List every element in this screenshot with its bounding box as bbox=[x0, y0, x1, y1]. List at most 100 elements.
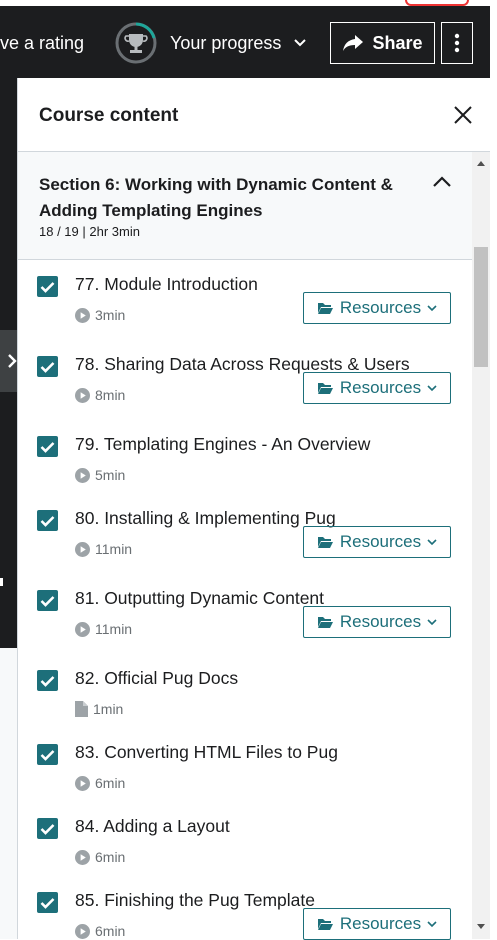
duration-text: 1min bbox=[93, 701, 124, 717]
completed-checkbox[interactable] bbox=[37, 510, 58, 531]
browser-strip bbox=[0, 0, 497, 6]
folder-open-icon bbox=[317, 383, 333, 394]
chevron-down-icon bbox=[427, 619, 437, 626]
lecture-title: 83. Converting HTML Files to Pug bbox=[75, 742, 338, 762]
lecture-duration: 6min bbox=[75, 849, 125, 865]
trophy-progress-icon bbox=[115, 22, 157, 64]
resources-label: Resources bbox=[339, 378, 422, 397]
resources-label: Resources bbox=[339, 612, 422, 631]
lecture-title: 84. Adding a Layout bbox=[75, 816, 230, 836]
duration-text: 3min bbox=[95, 307, 126, 323]
lecture-duration: 8min bbox=[75, 387, 125, 403]
duration-text: 6min bbox=[95, 775, 126, 791]
chevron-down-icon bbox=[427, 921, 437, 928]
check-icon bbox=[40, 515, 55, 527]
completed-checkbox[interactable] bbox=[37, 356, 58, 377]
completed-checkbox[interactable] bbox=[37, 892, 58, 913]
lecture-duration: 11min bbox=[75, 541, 132, 557]
play-circle-icon bbox=[75, 467, 90, 483]
window-edge bbox=[490, 0, 497, 939]
check-icon bbox=[40, 823, 55, 835]
play-circle-icon bbox=[75, 307, 90, 323]
duration-text: 8min bbox=[95, 387, 126, 403]
play-circle-icon bbox=[75, 775, 90, 791]
chevron-down-icon bbox=[427, 539, 437, 546]
lecture-duration: 1min bbox=[75, 701, 123, 717]
lecture-title: 80. Installing & Implementing Pug bbox=[75, 508, 336, 528]
resources-button[interactable]: Resources bbox=[303, 292, 451, 324]
chevron-down-icon bbox=[427, 385, 437, 392]
completed-checkbox[interactable] bbox=[37, 590, 58, 611]
share-label: Share bbox=[372, 32, 423, 53]
scrollbar[interactable] bbox=[472, 152, 490, 939]
notification-pill bbox=[405, 0, 469, 6]
folder-open-icon bbox=[317, 617, 333, 628]
lecture-duration: 5min bbox=[75, 467, 125, 483]
resources-button[interactable]: Resources bbox=[303, 606, 451, 638]
play-circle-icon bbox=[75, 387, 90, 403]
check-icon bbox=[40, 595, 55, 607]
completed-checkbox[interactable] bbox=[37, 670, 58, 691]
duration-text: 11min bbox=[95, 541, 133, 557]
folder-open-icon bbox=[317, 303, 333, 314]
progress-dropdown[interactable]: Your progress bbox=[114, 21, 307, 65]
folder-open-icon bbox=[317, 919, 333, 930]
check-icon bbox=[40, 675, 55, 687]
check-icon bbox=[40, 897, 55, 909]
left-margin bbox=[0, 648, 17, 939]
panel-header: Course content bbox=[18, 78, 490, 152]
check-icon bbox=[40, 281, 55, 293]
lecture-duration: 6min bbox=[75, 923, 125, 939]
leave-rating-link[interactable]: ve a rating bbox=[0, 33, 84, 54]
lecture-duration: 3min bbox=[75, 307, 125, 323]
section-title: Section 6: Working with Dynamic Content … bbox=[39, 175, 393, 220]
duration-text: 6min bbox=[95, 849, 126, 865]
play-circle-icon bbox=[75, 849, 90, 865]
share-button[interactable]: Share bbox=[330, 22, 435, 64]
check-icon bbox=[40, 441, 55, 453]
lecture-title: 81. Outputting Dynamic Content bbox=[75, 588, 325, 608]
resources-label: Resources bbox=[339, 532, 422, 551]
file-icon bbox=[75, 701, 88, 717]
share-arrow-icon bbox=[343, 35, 364, 51]
course-header-bar: ve a rating Your progress Share bbox=[0, 0, 497, 78]
resources-button[interactable]: Resources bbox=[303, 526, 451, 558]
resources-button[interactable]: Resources bbox=[303, 908, 451, 940]
lecture-duration: 6min bbox=[75, 775, 125, 791]
completed-checkbox[interactable] bbox=[37, 818, 58, 839]
scroll-down-arrow-icon[interactable] bbox=[472, 922, 490, 932]
lecture-title: 79. Templating Engines - An Overview bbox=[75, 434, 371, 454]
more-options-button[interactable] bbox=[441, 22, 473, 64]
course-content-panel: Course content Section 6: Working with D… bbox=[17, 78, 490, 940]
play-circle-icon bbox=[75, 621, 90, 637]
resources-label: Resources bbox=[339, 914, 422, 933]
section-header[interactable]: Section 6: Working with Dynamic Content … bbox=[18, 152, 472, 260]
check-icon bbox=[40, 749, 55, 761]
chevron-right-icon bbox=[8, 354, 17, 368]
folder-open-icon bbox=[317, 537, 333, 548]
more-vertical-icon bbox=[454, 33, 460, 53]
duration-text: 5min bbox=[95, 467, 126, 483]
lecture-title: 77. Module Introduction bbox=[75, 274, 258, 294]
scroll-thumb[interactable] bbox=[474, 247, 488, 367]
check-icon bbox=[40, 361, 55, 373]
section-meta: 18 / 19 | 2hr 3min bbox=[39, 224, 140, 239]
completed-checkbox[interactable] bbox=[37, 744, 58, 765]
progress-label: Your progress bbox=[170, 32, 282, 53]
resources-button[interactable]: Resources bbox=[303, 372, 451, 404]
lecture-duration: 11min bbox=[75, 621, 132, 637]
completed-checkbox[interactable] bbox=[37, 436, 58, 457]
play-circle-icon bbox=[75, 923, 90, 939]
close-icon[interactable] bbox=[452, 104, 474, 126]
chevron-up-icon[interactable] bbox=[432, 174, 452, 188]
completed-checkbox[interactable] bbox=[37, 276, 58, 297]
play-circle-icon bbox=[75, 541, 90, 557]
expand-panel-tab[interactable] bbox=[0, 330, 17, 392]
video-area-edge bbox=[0, 78, 17, 648]
lecture-title: 85. Finishing the Pug Template bbox=[75, 890, 315, 910]
resources-label: Resources bbox=[339, 298, 422, 317]
chevron-down-icon bbox=[427, 305, 437, 312]
scroll-up-arrow-icon[interactable] bbox=[472, 158, 490, 168]
panel-title: Course content bbox=[39, 105, 179, 126]
duration-text: 11min bbox=[95, 621, 133, 637]
